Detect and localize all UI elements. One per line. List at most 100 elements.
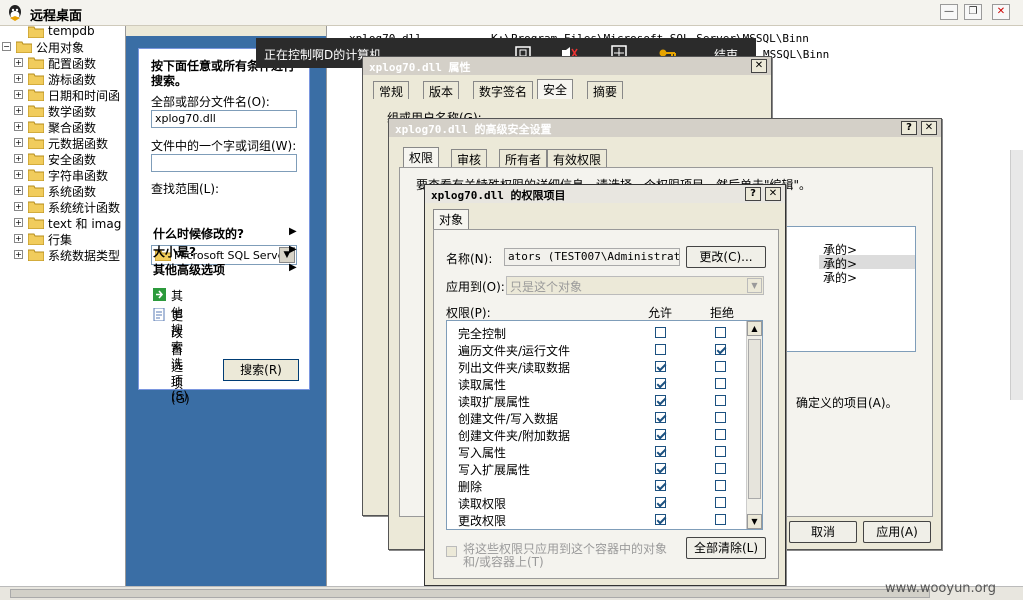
close-icon[interactable]: ✕ [921,121,937,135]
permission-row: 读取权限 [447,494,747,511]
allow-checkbox[interactable] [655,361,666,372]
close-icon[interactable]: ✕ [992,4,1010,20]
tab-version[interactable]: 版本 [423,81,460,99]
expand-icon[interactable]: + [14,90,23,99]
tab-permissions[interactable]: 权限 [403,147,440,167]
tab-general[interactable]: 常规 [373,81,410,99]
page-icon [153,308,165,321]
permission-row: 列出文件夹/读取数据 [447,358,747,375]
name-field[interactable]: ators (TEST007\Administrators) [504,248,680,266]
search-button[interactable]: 搜索(R) [223,359,299,381]
horizontal-scroll-thumb[interactable] [10,589,930,598]
folder-icon [28,137,44,149]
deny-checkbox[interactable] [715,378,726,389]
tab-summary[interactable]: 摘要 [587,81,624,99]
expand-icon[interactable]: + [14,138,23,147]
expand-icon[interactable]: + [14,218,23,227]
word-label: 文件中的一个字或词组(W): [151,139,297,153]
allow-checkbox[interactable] [655,395,666,406]
folder-icon [28,26,44,38]
deny-checkbox[interactable] [715,429,726,440]
scroll-thumb[interactable] [748,339,761,499]
expand-icon[interactable]: + [14,122,23,131]
help-icon[interactable]: ? [901,121,917,135]
vertical-scrollbar[interactable] [1010,150,1023,400]
restore-icon[interactable]: ❐ [964,4,982,20]
option-advanced[interactable]: 其他高级选项 ▶ [153,261,297,278]
word-input[interactable] [151,154,297,172]
allow-checkbox[interactable] [655,344,666,355]
horizontal-scrollbar[interactable] [0,586,1023,600]
expand-icon[interactable]: + [14,154,23,163]
permission-row: 读取扩展属性 [447,392,747,409]
expand-icon[interactable]: + [14,234,23,243]
tab-security[interactable]: 安全 [537,79,574,99]
watermark: www.wooyun.org [885,581,997,596]
deny-checkbox[interactable] [715,361,726,372]
deny-checkbox[interactable] [715,497,726,508]
minimize-icon[interactable]: — [940,4,958,20]
scroll-up-icon[interactable]: ▲ [747,321,762,336]
allow-checkbox[interactable] [655,446,666,457]
deny-checkbox[interactable] [715,344,726,355]
tab-auditing[interactable]: 审核 [451,149,488,167]
permission-row: 遍历文件夹/运行文件 [447,341,747,358]
expand-icon[interactable]: + [14,202,23,211]
chevron-down-icon: ▼ [747,278,762,293]
allow-checkbox[interactable] [655,378,666,389]
apply-children-checkbox [446,546,457,557]
allow-checkbox[interactable] [655,497,666,508]
change-button[interactable]: 更改(C)... [686,246,766,268]
scroll-down-icon[interactable]: ▼ [747,514,762,529]
permission-row: 写入属性 [447,443,747,460]
clear-all-button[interactable]: 全部清除(L) [686,537,766,559]
folder-icon [28,201,44,213]
allow-checkbox[interactable] [655,429,666,440]
advanced-tabs: 权限 审核 所有者 有效权限 [403,147,703,169]
collapse-icon[interactable]: − [2,42,11,51]
expand-icon[interactable]: + [14,250,23,259]
option-size[interactable]: 大小是? ▶ [153,243,297,260]
tab-effective[interactable]: 有效权限 [547,149,608,167]
permission-row: 更改权限 [447,511,747,528]
allow-checkbox[interactable] [655,463,666,474]
deny-checkbox[interactable] [715,480,726,491]
expand-icon[interactable]: + [14,74,23,83]
expand-icon[interactable]: + [14,170,23,179]
inherit-text: 承的> [823,271,858,285]
expand-arrow-icon: ▶ [289,262,297,273]
tab-owner[interactable]: 所有者 [499,149,548,167]
filename-input[interactable]: xplog70.dll [151,110,297,128]
folder-open-icon [16,41,32,53]
allow-checkbox[interactable] [655,514,666,525]
deny-checkbox[interactable] [715,446,726,457]
deny-checkbox[interactable] [715,327,726,338]
close-icon[interactable]: ✕ [751,59,767,73]
permission-row: 创建文件夹/附加数据 [447,426,747,443]
tab-object[interactable]: 对象 [433,209,470,229]
apply-button[interactable]: 应用(A) [863,521,931,543]
tab-signatures[interactable]: 数字签名 [473,81,534,99]
name-label: 名称(N): [446,252,493,266]
expand-icon[interactable]: + [14,58,23,67]
expand-icon[interactable]: + [14,186,23,195]
close-icon[interactable]: ✕ [765,187,781,201]
allow-checkbox[interactable] [655,327,666,338]
help-icon[interactable]: ? [745,187,761,201]
allow-checkbox[interactable] [655,480,666,491]
expand-icon[interactable]: + [14,106,23,115]
permission-dialog-title: xplog70.dll 的权限项目 [425,185,785,203]
cancel-button[interactable]: 取消 [789,521,857,543]
permissions-scrollbar[interactable]: ▲ ▼ [746,321,762,529]
deny-checkbox[interactable] [715,463,726,474]
deny-checkbox[interactable] [715,395,726,406]
allow-checkbox[interactable] [655,412,666,423]
deny-checkbox[interactable] [715,412,726,423]
folder-icon [28,57,44,69]
option-modified[interactable]: 什么时候修改的? ▶ [153,225,297,242]
deny-checkbox[interactable] [715,514,726,525]
folder-icon [28,169,44,181]
folder-icon [28,73,44,85]
object-tree: tempdb − 公用对象 + 配置函数 + 游标函数 + 日期和时间函 + 数学函数 + 聚合函… [0,26,126,586]
folder-icon [28,217,44,229]
